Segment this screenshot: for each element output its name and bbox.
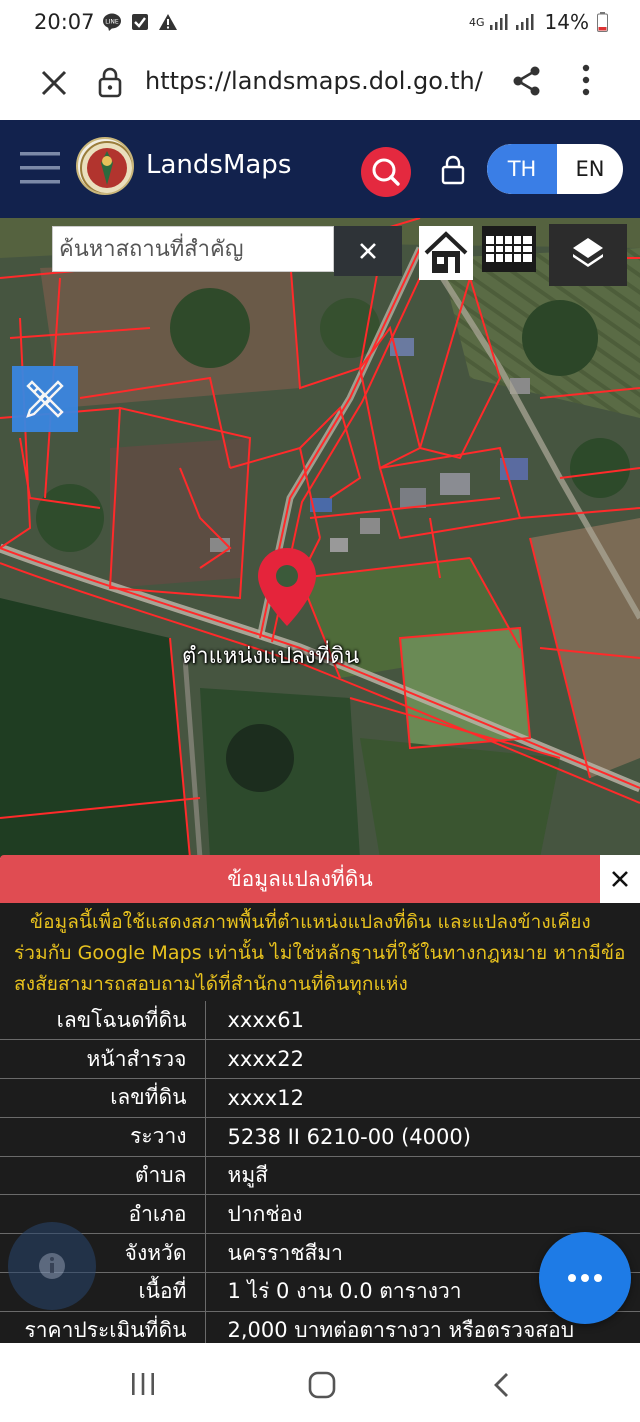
- url-field[interactable]: https://landsmaps.dol.go.th/: [145, 67, 483, 95]
- login-lock-icon[interactable]: [440, 155, 466, 185]
- detail-value: xxxx12: [205, 1078, 640, 1118]
- status-bar: 20:07 LINE 4G 14%: [0, 0, 640, 46]
- info-close-button[interactable]: [600, 855, 640, 903]
- battery-icon: [597, 12, 608, 32]
- disclaimer-text: ข้อมูลนี้เพื่อใช้แสดงสภาพพื้นที่ตำแหน่งแ…: [14, 911, 626, 995]
- search-button[interactable]: [361, 147, 411, 197]
- notification-icons: LINE: [102, 12, 178, 32]
- close-icon: [360, 243, 376, 259]
- status-time: 20:07: [34, 10, 95, 34]
- layers-icon: [573, 238, 603, 267]
- detail-row: ระวาง 5238 II 6210-00 (4000): [0, 1117, 640, 1157]
- recents-icon[interactable]: [128, 1371, 158, 1397]
- dol-logo: [76, 137, 134, 195]
- close-icon: [612, 871, 628, 887]
- browser-bar: https://landsmaps.dol.go.th/: [0, 46, 640, 120]
- ruler-pencil-icon: [26, 380, 64, 418]
- signal-icon-2: [515, 14, 534, 30]
- signal-icon: [489, 14, 508, 30]
- app-header: LandsMaps TH EN: [0, 120, 640, 218]
- detail-row: อำเภอ ปากช่อง: [0, 1194, 640, 1235]
- home-button[interactable]: [419, 226, 473, 280]
- info-fab[interactable]: [8, 1222, 96, 1310]
- svg-text:LINE: LINE: [105, 19, 119, 26]
- more-vert-icon[interactable]: [574, 63, 598, 99]
- menu-icon[interactable]: [20, 150, 62, 186]
- lang-th-button[interactable]: TH: [487, 144, 557, 194]
- detail-label: เลขที่ดิน: [0, 1078, 206, 1118]
- detail-value: xxxx61: [205, 1001, 640, 1041]
- system-nav-bar: [0, 1343, 640, 1422]
- warning-icon: [158, 12, 178, 32]
- parcel-marker-label: ตำแหน่งแปลงที่ดิน: [182, 644, 360, 669]
- parcel-info-title: ข้อมูลแปลงที่ดิน: [0, 855, 600, 903]
- close-icon[interactable]: [38, 67, 70, 99]
- detail-label: เลขโฉนดที่ดิน: [0, 1001, 206, 1041]
- back-icon[interactable]: [490, 1371, 514, 1399]
- search-icon: [372, 158, 400, 186]
- grid-button[interactable]: [482, 226, 536, 272]
- detail-value: หมูสี: [205, 1156, 640, 1196]
- detail-label: หน้าสำรวจ: [0, 1039, 206, 1080]
- more-actions-fab[interactable]: [539, 1232, 631, 1324]
- grid-icon: [486, 236, 532, 262]
- map-view[interactable]: ตำแหน่งแปลงที่ดิน: [0, 218, 640, 858]
- detail-row: เลขโฉนดที่ดิน xxxx61: [0, 1001, 640, 1041]
- check-icon: [130, 12, 150, 32]
- search-clear-button[interactable]: [334, 226, 402, 276]
- place-search-box[interactable]: [52, 226, 334, 272]
- detail-row: ตำบล หมูสี: [0, 1156, 640, 1196]
- detail-value: 5238 II 6210-00 (4000): [205, 1117, 640, 1157]
- place-search-input[interactable]: [53, 227, 333, 271]
- network-type: 4G: [469, 15, 485, 29]
- layers-button[interactable]: [549, 224, 627, 286]
- draw-measure-button[interactable]: [12, 366, 78, 432]
- satellite-map: [0, 218, 640, 858]
- detail-row: หน้าสำรวจ xxxx22: [0, 1039, 640, 1080]
- home-nav-icon[interactable]: [307, 1370, 337, 1400]
- app-title: LandsMaps: [146, 150, 292, 180]
- share-icon[interactable]: [511, 65, 543, 97]
- language-toggle[interactable]: TH EN: [487, 144, 623, 194]
- line-icon: LINE: [102, 12, 122, 32]
- detail-label: ราคาประเมินที่ดิน: [0, 1311, 206, 1343]
- more-horiz-icon: [568, 1274, 602, 1282]
- home-icon: [424, 231, 468, 273]
- network-icon: 4G: [469, 13, 537, 31]
- detail-value: xxxx22: [205, 1039, 640, 1080]
- battery-percent: 14%: [544, 10, 589, 34]
- lock-icon[interactable]: [96, 66, 124, 98]
- info-icon: [39, 1253, 65, 1279]
- detail-label: ระวาง: [0, 1117, 206, 1157]
- detail-label: ตำบล: [0, 1156, 206, 1196]
- detail-value: ปากช่อง: [205, 1194, 640, 1235]
- detail-row: เลขที่ดิน xxxx12: [0, 1078, 640, 1118]
- lang-en-button[interactable]: EN: [557, 144, 623, 194]
- status-right: 4G 14%: [469, 10, 608, 34]
